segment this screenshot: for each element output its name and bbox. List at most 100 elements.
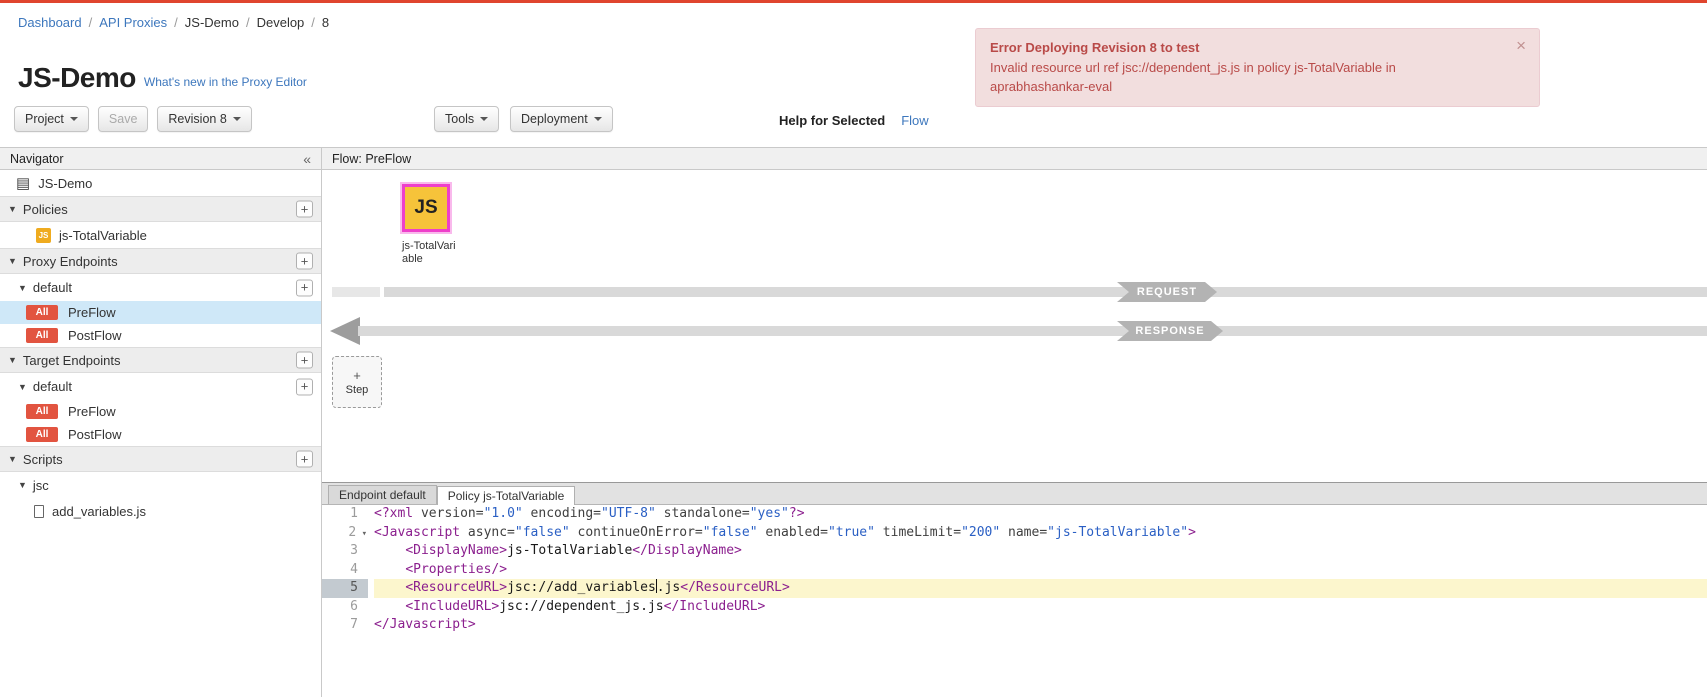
- add-script-button[interactable]: +: [296, 451, 313, 468]
- project-button-label: Project: [25, 112, 64, 126]
- code-editor: Endpoint default Policy js-TotalVariable…: [322, 482, 1707, 697]
- sidebar-item-target-default[interactable]: ▼ default +: [0, 373, 321, 400]
- add-proxy-endpoint-button[interactable]: +: [296, 253, 313, 270]
- sidebar-section-proxy-endpoints[interactable]: ▼ Proxy Endpoints +: [0, 248, 321, 274]
- request-flow-bar: [384, 287, 1707, 297]
- sidebar-section-target-endpoints[interactable]: ▼ Target Endpoints +: [0, 347, 321, 373]
- code-line[interactable]: <IncludeURL>jsc://dependent_js.js</Inclu…: [374, 598, 1707, 617]
- error-title: Error Deploying Revision 8 to test: [990, 38, 1479, 58]
- sidebar-item-label: PreFlow: [68, 305, 116, 320]
- page-title: JS-Demo: [18, 62, 136, 94]
- tab-endpoint-default[interactable]: Endpoint default: [328, 485, 437, 504]
- scope-badge: All: [26, 404, 58, 419]
- code-token-tag: <DisplayName>: [405, 543, 507, 558]
- deployment-button-label: Deployment: [521, 112, 588, 126]
- project-button[interactable]: Project: [14, 106, 89, 132]
- code-lines[interactable]: <?xml version="1.0" encoding="UTF-8" sta…: [368, 505, 1707, 697]
- expand-triangle-icon: ▼: [8, 256, 17, 266]
- fold-caret-icon[interactable]: ▾: [356, 529, 367, 539]
- code-line[interactable]: </Javascript>: [374, 616, 1707, 635]
- caret-down-icon: [594, 117, 602, 121]
- close-icon[interactable]: ×: [1516, 37, 1526, 54]
- gutter-line-number[interactable]: 4: [322, 561, 368, 580]
- sidebar-item-label: JS-Demo: [38, 176, 92, 191]
- breadcrumb-api-proxies[interactable]: API Proxies: [99, 15, 167, 30]
- gutter-line-number[interactable]: 1: [322, 505, 368, 524]
- code-token-str: "200": [961, 525, 1000, 540]
- breadcrumb-revision: 8: [322, 15, 329, 30]
- deployment-button[interactable]: Deployment: [510, 106, 613, 132]
- whats-new-link[interactable]: What's new in the Proxy Editor: [144, 75, 307, 89]
- code-line[interactable]: <?xml version="1.0" encoding="UTF-8" sta…: [374, 505, 1707, 524]
- sidebar-item-target-preflow[interactable]: All PreFlow: [0, 400, 321, 423]
- sidebar-item-proxy-preflow[interactable]: All PreFlow: [0, 301, 321, 324]
- revision-button-label: Revision 8: [168, 112, 226, 126]
- code-area[interactable]: 12 ▾34567 <?xml version="1.0" encoding="…: [322, 505, 1707, 697]
- request-flow-bar-start: [332, 287, 380, 297]
- request-label: REQUEST: [1137, 286, 1197, 298]
- expand-triangle-icon: ▼: [8, 204, 17, 214]
- gutter-line-number[interactable]: 5: [322, 579, 368, 598]
- sidebar-item-js-totalvariable[interactable]: JS js-TotalVariable: [0, 222, 321, 248]
- sidebar-section-scripts[interactable]: ▼ Scripts +: [0, 446, 321, 472]
- code-token-txt: js-TotalVariable: [507, 543, 632, 558]
- file-icon: [34, 505, 44, 518]
- save-button[interactable]: Save: [98, 106, 149, 132]
- collapse-navigator-icon[interactable]: «: [303, 151, 311, 167]
- code-token-attr: standalone=: [656, 506, 750, 521]
- code-token-txt: [374, 580, 405, 595]
- sidebar-item-proxy-postflow[interactable]: All PostFlow: [0, 324, 321, 347]
- code-token-tag: <Javascript: [374, 525, 468, 540]
- breadcrumb-dashboard[interactable]: Dashboard: [18, 15, 82, 30]
- breadcrumb-develop: Develop: [257, 15, 305, 30]
- tools-button-label: Tools: [445, 112, 474, 126]
- scope-badge: All: [26, 305, 58, 320]
- sidebar-item-label: default: [33, 379, 72, 394]
- gutter-line-number[interactable]: 6: [322, 598, 368, 617]
- add-proxy-flow-button[interactable]: +: [296, 279, 313, 296]
- gutter-line-number[interactable]: 2 ▾: [322, 524, 368, 543]
- sidebar-item-add-variables-js[interactable]: add_variables.js: [0, 498, 321, 524]
- breadcrumb-separator: /: [174, 15, 178, 30]
- caret-down-icon: [70, 117, 78, 121]
- code-line[interactable]: <Javascript async="false" continueOnErro…: [374, 524, 1707, 543]
- sidebar-item-proxy-default[interactable]: ▼ default +: [0, 274, 321, 301]
- code-token-tag: <ResourceURL>: [405, 580, 507, 595]
- add-target-flow-button[interactable]: +: [296, 378, 313, 395]
- code-token-str: "yes": [750, 506, 789, 521]
- code-token-str: "true": [828, 525, 875, 540]
- sidebar-item-js-demo[interactable]: ▤ JS-Demo: [0, 170, 321, 196]
- gutter-line-number[interactable]: 7: [322, 616, 368, 635]
- section-label: Policies: [23, 202, 68, 217]
- code-token-txt: [374, 543, 405, 558]
- code-token-txt: [374, 562, 405, 577]
- code-token-str: "js-TotalVariable": [1047, 525, 1188, 540]
- code-line[interactable]: <Properties/>: [374, 561, 1707, 580]
- tools-button[interactable]: Tools: [434, 106, 499, 132]
- code-token-tag: ?>: [789, 506, 805, 521]
- expand-triangle-icon: ▼: [8, 355, 17, 365]
- add-step-label: Step: [346, 384, 369, 396]
- gutter-line-number[interactable]: 3: [322, 542, 368, 561]
- policy-node-js-totalvariable[interactable]: JS js-TotalVariable: [402, 184, 460, 266]
- code-token-txt: [374, 599, 405, 614]
- scope-badge: All: [26, 427, 58, 442]
- sidebar-item-jsc-folder[interactable]: ▼ jsc: [0, 472, 321, 498]
- caret-down-icon: [233, 117, 241, 121]
- add-step-button[interactable]: + Step: [332, 356, 382, 408]
- help-flow-link[interactable]: Flow: [901, 113, 928, 128]
- section-label: Proxy Endpoints: [23, 254, 118, 269]
- code-line[interactable]: <DisplayName>js-TotalVariable</DisplayNa…: [374, 542, 1707, 561]
- tab-policy-js-totalvariable[interactable]: Policy js-TotalVariable: [437, 486, 576, 505]
- sidebar-section-policies[interactable]: ▼ Policies +: [0, 196, 321, 222]
- code-token-tag: </IncludeURL>: [664, 599, 766, 614]
- add-target-endpoint-button[interactable]: +: [296, 352, 313, 369]
- code-gutter[interactable]: 12 ▾34567: [322, 505, 368, 697]
- code-token-txt: .js: [657, 580, 680, 595]
- revision-button[interactable]: Revision 8: [157, 106, 251, 132]
- code-line[interactable]: <ResourceURL>jsc://add_variables.js</Res…: [374, 579, 1707, 598]
- sidebar-item-label: PostFlow: [68, 328, 121, 343]
- sidebar-item-target-postflow[interactable]: All PostFlow: [0, 423, 321, 446]
- add-policy-button[interactable]: +: [296, 201, 313, 218]
- code-token-tag: <?xml: [374, 506, 421, 521]
